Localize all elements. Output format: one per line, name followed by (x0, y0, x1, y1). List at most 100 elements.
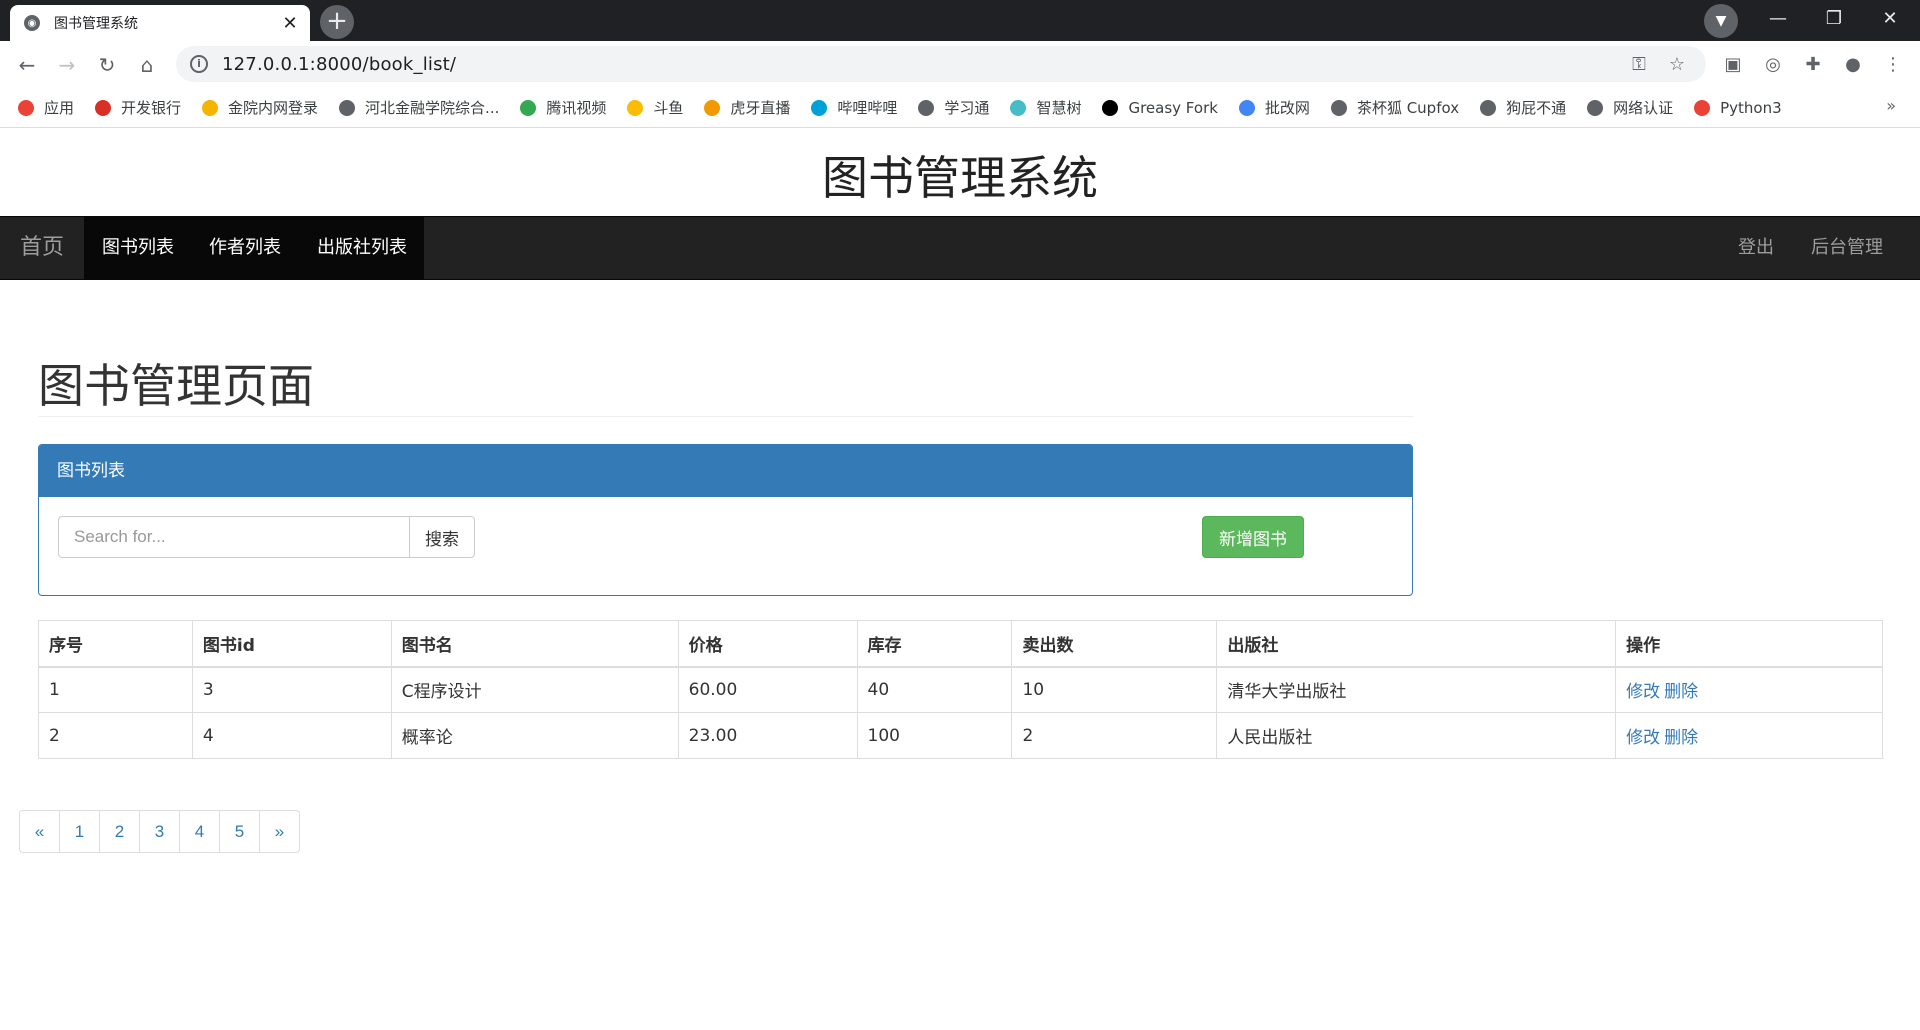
divider (38, 416, 1413, 417)
bookmark-icon (1238, 99, 1255, 116)
bookmark-icon (1694, 99, 1711, 116)
browser-titlebar: ◉ 图书管理系统 ✕ + ▼ — ❐ ✕ (0, 0, 1920, 41)
page-next[interactable]: » (259, 810, 300, 853)
page-2[interactable]: 2 (99, 810, 140, 853)
page-3[interactable]: 3 (139, 810, 180, 853)
nav-link-books[interactable]: 图书列表 (102, 217, 174, 279)
bookmarks-bar: 应用 开发银行 金院内网登录 河北金融学院综合... 腾讯视频 斗鱼 虎牙直播 哔哩哔哩 学习通… (0, 88, 1920, 128)
bookmark-label: 网络认证 (1613, 99, 1674, 117)
cell-index: 1 (38, 666, 193, 713)
nav-brand-home[interactable]: 首页 (20, 217, 64, 279)
bookmark-icon (1102, 99, 1119, 116)
cell-id: 3 (191, 666, 392, 713)
pagination: « 1 2 3 4 5 » (19, 810, 300, 853)
cell-price: 23.00 (677, 712, 858, 759)
bookmark-item[interactable]: 虎牙直播 (704, 97, 790, 118)
bookmark-icon (95, 99, 112, 116)
bookmark-item[interactable]: 学习通 (918, 97, 989, 118)
search-button[interactable]: 搜索 (409, 516, 475, 558)
bookmark-item[interactable]: 河北金融学院综合... (339, 97, 499, 118)
edit-link[interactable]: 修改 (1626, 682, 1660, 702)
bookmark-item[interactable]: 茶杯狐 Cupfox (1330, 97, 1460, 118)
bookmark-item[interactable]: 金院内网登录 (202, 97, 318, 118)
bookmark-item[interactable]: Greasy Fork (1102, 99, 1218, 117)
delete-link[interactable]: 删除 (1664, 728, 1698, 748)
bookmark-label: Python3 (1720, 98, 1782, 117)
nav-link-publishers[interactable]: 出版社列表 (317, 217, 407, 279)
bookmark-icon (918, 99, 935, 116)
bookmark-label: 哔哩哔哩 (837, 99, 898, 117)
cell-actions: 修改 删除 (1615, 712, 1883, 759)
puzzle-icon[interactable]: ✚ (1798, 50, 1828, 80)
key-icon[interactable]: ⚿ (1624, 54, 1654, 75)
menu-icon[interactable]: ⋮ (1878, 50, 1908, 80)
chevron-right-icon[interactable]: » (1886, 96, 1896, 115)
bookmark-label: 茶杯狐 Cupfox (1356, 99, 1460, 117)
bookmark-item[interactable]: 腾讯视频 (520, 97, 606, 118)
bookmark-label: 虎牙直播 (730, 99, 791, 117)
bookmark-label: 河北金融学院综合... (365, 99, 500, 117)
nav-link-admin[interactable]: 后台管理 (1811, 217, 1883, 279)
cell-sold: 2 (1011, 712, 1218, 759)
forward-icon[interactable]: → (52, 50, 82, 80)
back-icon[interactable]: ← (12, 50, 42, 80)
column-header: 价格 (677, 620, 858, 668)
cell-sold: 10 (1011, 666, 1218, 713)
address-bar[interactable]: i 127.0.0.1:8000/book_list/ ⚿ ☆ (176, 46, 1706, 82)
book-list-panel: 图书列表 搜索 新增图书 (38, 444, 1413, 596)
bookmark-item[interactable]: 哔哩哔哩 (811, 97, 897, 118)
bookmark-icon (1010, 99, 1027, 116)
globe-icon: ◉ (24, 15, 40, 31)
bookmark-label: 腾讯视频 (546, 99, 607, 117)
info-icon[interactable]: i (190, 55, 208, 73)
bookmark-item[interactable]: 应用 (18, 97, 74, 118)
search-input[interactable] (58, 516, 409, 558)
extension-icon[interactable]: ◎ (1758, 50, 1788, 80)
nav-link-authors[interactable]: 作者列表 (209, 217, 281, 279)
site-header: 图书管理系统 (0, 128, 1920, 216)
tab-close-icon[interactable]: ✕ (280, 13, 300, 34)
page-5[interactable]: 5 (219, 810, 260, 853)
bookmark-item[interactable]: Python3 (1694, 99, 1782, 117)
edit-link[interactable]: 修改 (1626, 728, 1660, 748)
table-header-row: 序号 图书id 图书名 价格 库存 卖出数 出版社 操作 (38, 620, 1883, 668)
book-table: 序号 图书id 图书名 价格 库存 卖出数 出版社 操作 1 3 C程序设计 6… (38, 620, 1883, 759)
site-title: 图书管理系统 (822, 151, 1098, 205)
bookmark-label: 智慧树 (1036, 99, 1082, 117)
tab-title: 图书管理系统 (54, 16, 138, 32)
bookmark-label: 批改网 (1264, 99, 1310, 117)
profile-icon[interactable]: ● (1838, 50, 1868, 80)
cell-index: 2 (38, 712, 193, 759)
bookmark-label: 学习通 (944, 99, 990, 117)
chevron-down-icon[interactable]: ▼ (1704, 4, 1738, 38)
restore-button[interactable]: ❐ (1806, 0, 1862, 41)
close-window-button[interactable]: ✕ (1862, 0, 1918, 41)
add-book-button[interactable]: 新增图书 (1202, 516, 1304, 558)
browser-tab[interactable]: ◉ 图书管理系统 ✕ (10, 5, 310, 41)
bookmark-icon (202, 99, 219, 116)
reload-icon[interactable]: ↻ (92, 50, 122, 80)
bookmark-item[interactable]: 网络认证 (1587, 97, 1673, 118)
url-text[interactable]: 127.0.0.1:8000/book_list/ (222, 54, 1616, 75)
bookmark-icon (811, 99, 828, 116)
page-1[interactable]: 1 (59, 810, 100, 853)
new-tab-button[interactable]: + (320, 5, 354, 39)
home-icon[interactable]: ⌂ (132, 50, 162, 80)
star-icon[interactable]: ☆ (1662, 54, 1692, 75)
page-4[interactable]: 4 (179, 810, 220, 853)
bookmark-item[interactable]: 斗鱼 (627, 97, 683, 118)
extension-icon[interactable]: ▣ (1718, 50, 1748, 80)
bookmark-item[interactable]: 批改网 (1238, 97, 1310, 118)
cell-name: 概率论 (390, 712, 679, 759)
bookmark-item[interactable]: 狗屁不通 (1480, 97, 1566, 118)
delete-link[interactable]: 删除 (1664, 682, 1698, 702)
bookmark-icon (627, 99, 644, 116)
column-header: 库存 (856, 620, 1013, 668)
cell-price: 60.00 (677, 666, 858, 713)
nav-link-logout[interactable]: 登出 (1738, 217, 1774, 279)
bookmark-item[interactable]: 开发银行 (95, 97, 181, 118)
page-prev[interactable]: « (19, 810, 60, 853)
page-title: 图书管理页面 (38, 359, 314, 413)
minimize-button[interactable]: — (1750, 0, 1806, 41)
bookmark-item[interactable]: 智慧树 (1010, 97, 1081, 118)
